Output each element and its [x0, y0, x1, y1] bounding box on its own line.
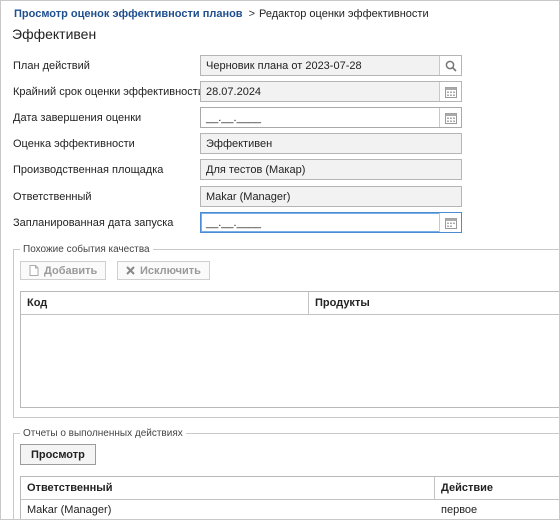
- add-button[interactable]: Добавить: [20, 261, 107, 280]
- site-field: Для тестов (Макар): [200, 159, 462, 180]
- deadline-value: 28.07.2024: [206, 86, 262, 98]
- editor-window: Просмотр оценок эффективности планов > Ред…: [0, 0, 560, 520]
- action-plan-value: Черновик плана от 2023-07-28: [206, 60, 362, 72]
- column-header-responsible[interactable]: Ответственный: [21, 477, 435, 499]
- reports-legend: Отчеты о выполненных действиях: [23, 428, 183, 439]
- search-icon[interactable]: [439, 56, 461, 75]
- responsible-value: Makar (Manager): [206, 191, 291, 203]
- deadline-field[interactable]: 28.07.2024: [200, 81, 462, 102]
- action-plan-label: План действий: [13, 60, 90, 72]
- deadline-label: Крайний срок оценки эффективности: [13, 86, 204, 98]
- breadcrumb: Просмотр оценок эффективности планов > Ред…: [14, 8, 429, 20]
- action-plan-field[interactable]: Черновик плана от 2023-07-28: [200, 55, 462, 76]
- table-row[interactable]: Makar (Manager) первое: [21, 500, 559, 519]
- page-title: Эффективен: [12, 26, 97, 42]
- column-header-action[interactable]: Действие: [435, 477, 559, 499]
- close-icon: [126, 266, 135, 275]
- row-action-cell: первое: [441, 504, 478, 516]
- view-button[interactable]: Просмотр: [20, 444, 96, 465]
- reports-table: Ответственный Действие Makar (Manager) п…: [20, 476, 559, 519]
- assessment-field: Эффективен: [200, 133, 462, 154]
- completion-date-label: Дата завершения оценки: [13, 112, 142, 124]
- assessment-value: Эффективен: [206, 138, 273, 150]
- calendar-icon[interactable]: [439, 82, 461, 101]
- exclude-button[interactable]: Исключить: [117, 261, 210, 280]
- column-header-products[interactable]: Продукты: [309, 292, 559, 314]
- completion-date-value: __.__.____: [206, 112, 262, 124]
- similar-events-table: Код Продукты: [20, 291, 559, 408]
- breadcrumb-current: Редактор оценки эффективности: [259, 8, 429, 20]
- exclude-button-label: Исключить: [140, 264, 201, 277]
- table-header: Код Продукты: [21, 292, 559, 315]
- table-header: Ответственный Действие: [21, 477, 559, 500]
- site-value: Для тестов (Макар): [206, 164, 306, 176]
- site-label: Производственная площадка: [13, 164, 164, 176]
- row-responsible-cell: Makar (Manager): [27, 504, 112, 516]
- responsible-label: Ответственный: [13, 191, 92, 203]
- column-header-code[interactable]: Код: [21, 292, 309, 314]
- planned-start-label: Запланированная дата запуска: [13, 217, 174, 229]
- breadcrumb-separator: >: [248, 8, 256, 20]
- calendar-icon[interactable]: [439, 108, 461, 127]
- similar-events-legend: Похожие события качества: [23, 244, 150, 255]
- breadcrumb-link-assessments[interactable]: Просмотр оценок эффективности планов: [14, 8, 243, 20]
- add-button-label: Добавить: [44, 264, 98, 277]
- planned-start-field[interactable]: __.__.____: [200, 212, 462, 233]
- completion-date-field[interactable]: __.__.____: [200, 107, 462, 128]
- assessment-label: Оценка эффективности: [13, 138, 135, 150]
- planned-start-value: __.__.____: [206, 217, 262, 229]
- calendar-icon[interactable]: [439, 213, 461, 232]
- responsible-field: Makar (Manager): [200, 186, 462, 207]
- document-icon: [29, 265, 39, 276]
